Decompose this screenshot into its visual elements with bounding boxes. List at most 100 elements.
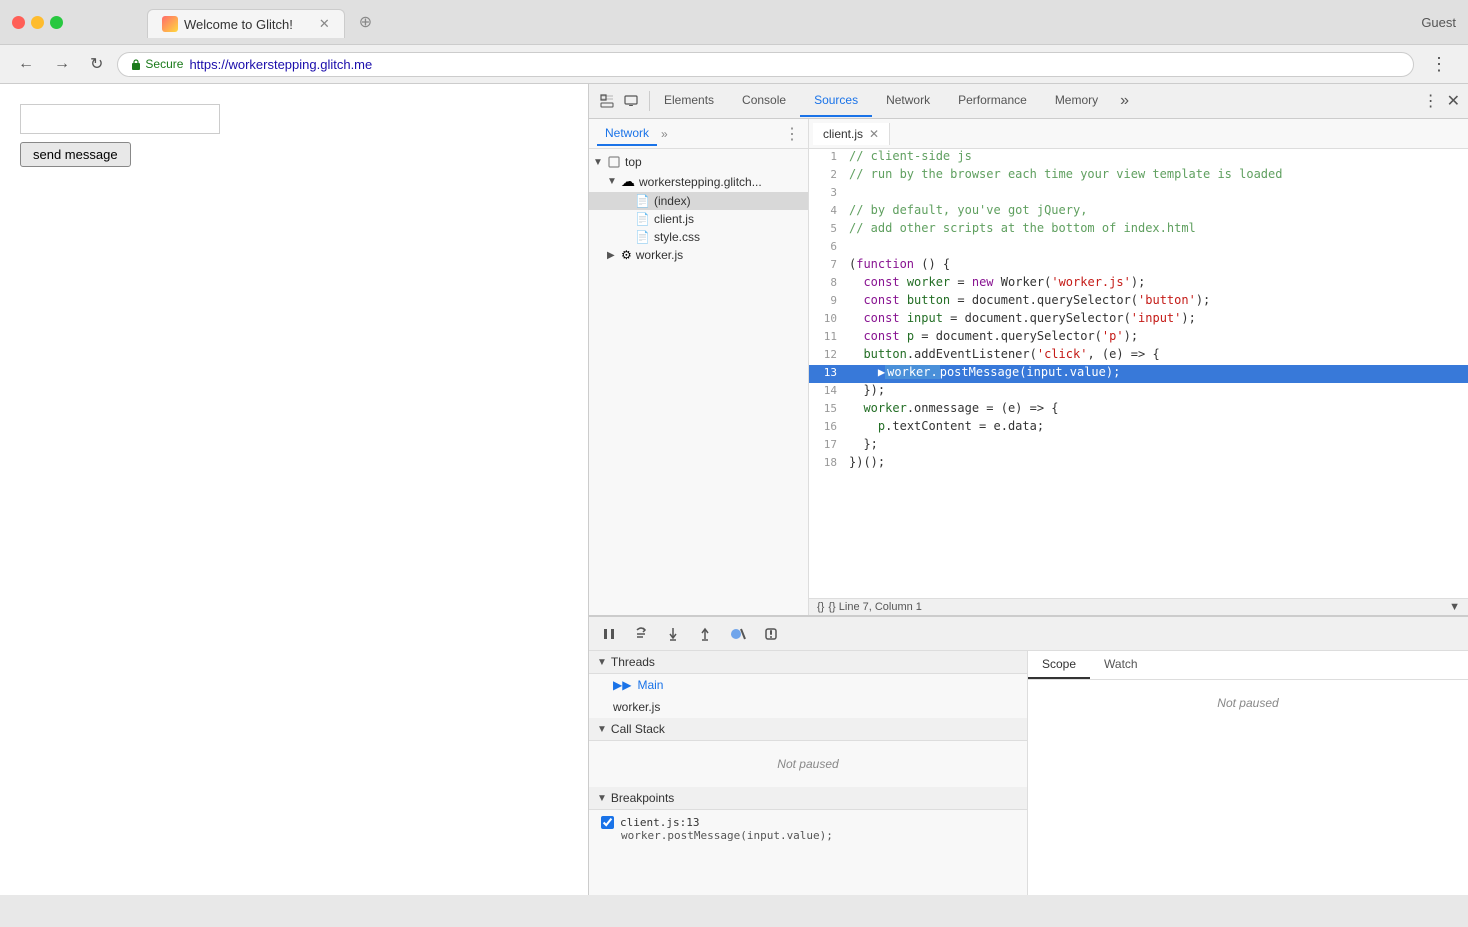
page-icon bbox=[607, 155, 621, 169]
code-tab-close[interactable]: ✕ bbox=[869, 127, 879, 141]
thread-main[interactable]: ▶▶ Main bbox=[589, 674, 1027, 696]
code-line: 10 const input = document.querySelector(… bbox=[809, 311, 1468, 329]
panel-menu-icon[interactable]: ⋮ bbox=[784, 124, 800, 144]
pause-button[interactable] bbox=[597, 624, 621, 644]
step-out-button[interactable] bbox=[693, 624, 717, 644]
breakpoints-section-header[interactable]: ▼ Breakpoints bbox=[589, 787, 1027, 810]
tree-label-top: top bbox=[625, 155, 642, 169]
code-editor[interactable]: 1 // client-side js 2 // run by the brow… bbox=[809, 149, 1468, 598]
pause-on-exceptions-button[interactable] bbox=[759, 624, 783, 644]
thread-main-label: Main bbox=[637, 678, 663, 692]
code-line: 8 const worker = new Worker('worker.js')… bbox=[809, 275, 1468, 293]
back-button[interactable]: ← bbox=[12, 53, 40, 75]
status-dropdown-icon[interactable]: ▼ bbox=[1449, 601, 1460, 613]
tab-title: Welcome to Glitch! bbox=[184, 17, 293, 32]
tab-elements[interactable]: Elements bbox=[650, 85, 728, 117]
minimize-button[interactable] bbox=[31, 16, 44, 29]
call-stack-section-header[interactable]: ▼ Call Stack bbox=[589, 718, 1027, 741]
thread-active-icon: ▶▶ bbox=[613, 678, 631, 692]
file-icon-stylecss: 📄 bbox=[635, 230, 650, 244]
file-panel: Network » ⋮ ▼ top ▼ bbox=[589, 119, 809, 615]
breakpoint-item[interactable]: client.js:13 worker.postMessage(input.va… bbox=[589, 810, 1027, 848]
code-tabs: client.js ✕ bbox=[809, 119, 1468, 149]
step-over-button[interactable] bbox=[629, 624, 653, 644]
code-line: 16 p.textContent = e.data; bbox=[809, 419, 1468, 437]
deactivate-breakpoints-button[interactable] bbox=[725, 624, 751, 644]
tree-label-workerjs: worker.js bbox=[636, 248, 683, 262]
tree-label-index: (index) bbox=[654, 194, 691, 208]
code-line: 9 const button = document.querySelector(… bbox=[809, 293, 1468, 311]
tree-item-domain[interactable]: ▼ ☁ workerstepping.glitch... bbox=[589, 171, 808, 192]
devtools-settings-icon[interactable]: ⋮ bbox=[1423, 91, 1439, 111]
traffic-lights bbox=[12, 16, 63, 29]
send-message-button[interactable]: send message bbox=[20, 142, 131, 167]
thread-workerjs-label: worker.js bbox=[613, 700, 660, 714]
debugger-main: ▼ Threads ▶▶ Main worker.js ▼ bbox=[589, 651, 1468, 895]
code-tab-clientjs[interactable]: client.js ✕ bbox=[813, 123, 890, 145]
status-position: {} Line 7, Column 1 bbox=[828, 601, 922, 613]
tab-sources[interactable]: Sources bbox=[800, 85, 872, 117]
device-icon[interactable] bbox=[621, 91, 641, 111]
nav-bar: ← → ↻ Secure https://workerstepping.glit… bbox=[0, 44, 1468, 84]
tab-memory[interactable]: Memory bbox=[1041, 85, 1112, 117]
thread-workerjs[interactable]: worker.js bbox=[589, 696, 1027, 718]
debugger-toolbar bbox=[589, 617, 1468, 651]
panel-tab-network[interactable]: Network bbox=[597, 122, 657, 146]
forward-button[interactable]: → bbox=[48, 53, 76, 75]
code-line: 5 // add other scripts at the bottom of … bbox=[809, 221, 1468, 239]
step-into-button[interactable] bbox=[661, 624, 685, 644]
threads-arrow: ▼ bbox=[597, 657, 607, 668]
tree-item-index[interactable]: 📄 (index) bbox=[589, 192, 808, 210]
address-text: https://workerstepping.glitch.me bbox=[189, 57, 372, 72]
devtools-close-icon[interactable]: ✕ bbox=[1447, 91, 1460, 111]
tab-watch[interactable]: Watch bbox=[1090, 651, 1152, 679]
code-panel: client.js ✕ 1 // client-side js 2 bbox=[809, 119, 1468, 615]
tab-network[interactable]: Network bbox=[872, 85, 944, 117]
code-line: 3 bbox=[809, 185, 1468, 203]
devtools-panel: Elements Console Sources Network Perform… bbox=[588, 84, 1468, 895]
maximize-button[interactable] bbox=[50, 16, 63, 29]
code-line: 17 }; bbox=[809, 437, 1468, 455]
close-button[interactable] bbox=[12, 16, 25, 29]
debugger-panel: ▼ Threads ▶▶ Main worker.js ▼ bbox=[589, 615, 1468, 895]
code-line: 7 (function () { bbox=[809, 257, 1468, 275]
code-line: 18 })(); bbox=[809, 455, 1468, 473]
message-input[interactable] bbox=[20, 104, 220, 134]
breakpoint-checkbox[interactable] bbox=[601, 816, 614, 829]
tab-console[interactable]: Console bbox=[728, 85, 800, 117]
panel-tabs-more[interactable]: » bbox=[661, 127, 668, 141]
reload-button[interactable]: ↻ bbox=[84, 52, 109, 76]
code-line: 1 // client-side js bbox=[809, 149, 1468, 167]
tab-close-icon[interactable]: ✕ bbox=[319, 16, 330, 32]
page-content: send message Elements Console Sources Ne… bbox=[0, 84, 1468, 895]
code-line: 11 const p = document.querySelector('p')… bbox=[809, 329, 1468, 347]
status-curly: {} bbox=[817, 601, 824, 613]
devtools-more-tabs[interactable]: » bbox=[1112, 92, 1137, 110]
file-tree: ▼ top ▼ ☁ workerstepping.glitch... bbox=[589, 149, 808, 615]
tree-item-workerjs[interactable]: ▶ ⚙ worker.js bbox=[589, 246, 808, 264]
breakpoint-file-label: client.js:13 bbox=[620, 816, 699, 829]
new-tab-button[interactable]: ⊕ bbox=[345, 6, 386, 38]
tree-item-stylecss[interactable]: 📄 style.css bbox=[589, 228, 808, 246]
tab-performance[interactable]: Performance bbox=[944, 85, 1041, 117]
breakpoints-label: Breakpoints bbox=[611, 791, 674, 805]
debugger-right: Scope Watch Not paused bbox=[1028, 651, 1468, 895]
address-bar[interactable]: Secure https://workerstepping.glitch.me bbox=[117, 52, 1414, 77]
devtools-sources-main: Network » ⋮ ▼ top ▼ bbox=[589, 119, 1468, 615]
debugger-left: ▼ Threads ▶▶ Main worker.js ▼ bbox=[589, 651, 1028, 895]
tab-scope[interactable]: Scope bbox=[1028, 651, 1090, 679]
file-icon-clientjs: 📄 bbox=[635, 212, 650, 226]
tree-item-clientjs[interactable]: 📄 client.js bbox=[589, 210, 808, 228]
tree-item-top[interactable]: ▼ top bbox=[589, 153, 808, 171]
browser-tab[interactable]: Welcome to Glitch! ✕ bbox=[147, 9, 345, 38]
tree-arrow-workerjs: ▶ bbox=[607, 250, 617, 261]
breakpoints-arrow: ▼ bbox=[597, 793, 607, 804]
devtools-icons bbox=[589, 91, 650, 111]
tree-label-stylecss: style.css bbox=[654, 230, 700, 244]
code-line: 14 }); bbox=[809, 383, 1468, 401]
inspector-icon[interactable] bbox=[597, 91, 617, 111]
browser-more-button[interactable]: ⋮ bbox=[1422, 54, 1456, 75]
cloud-icon: ☁ bbox=[621, 173, 635, 190]
threads-section-header[interactable]: ▼ Threads bbox=[589, 651, 1027, 674]
devtools-tab-bar: Elements Console Sources Network Perform… bbox=[589, 84, 1468, 119]
